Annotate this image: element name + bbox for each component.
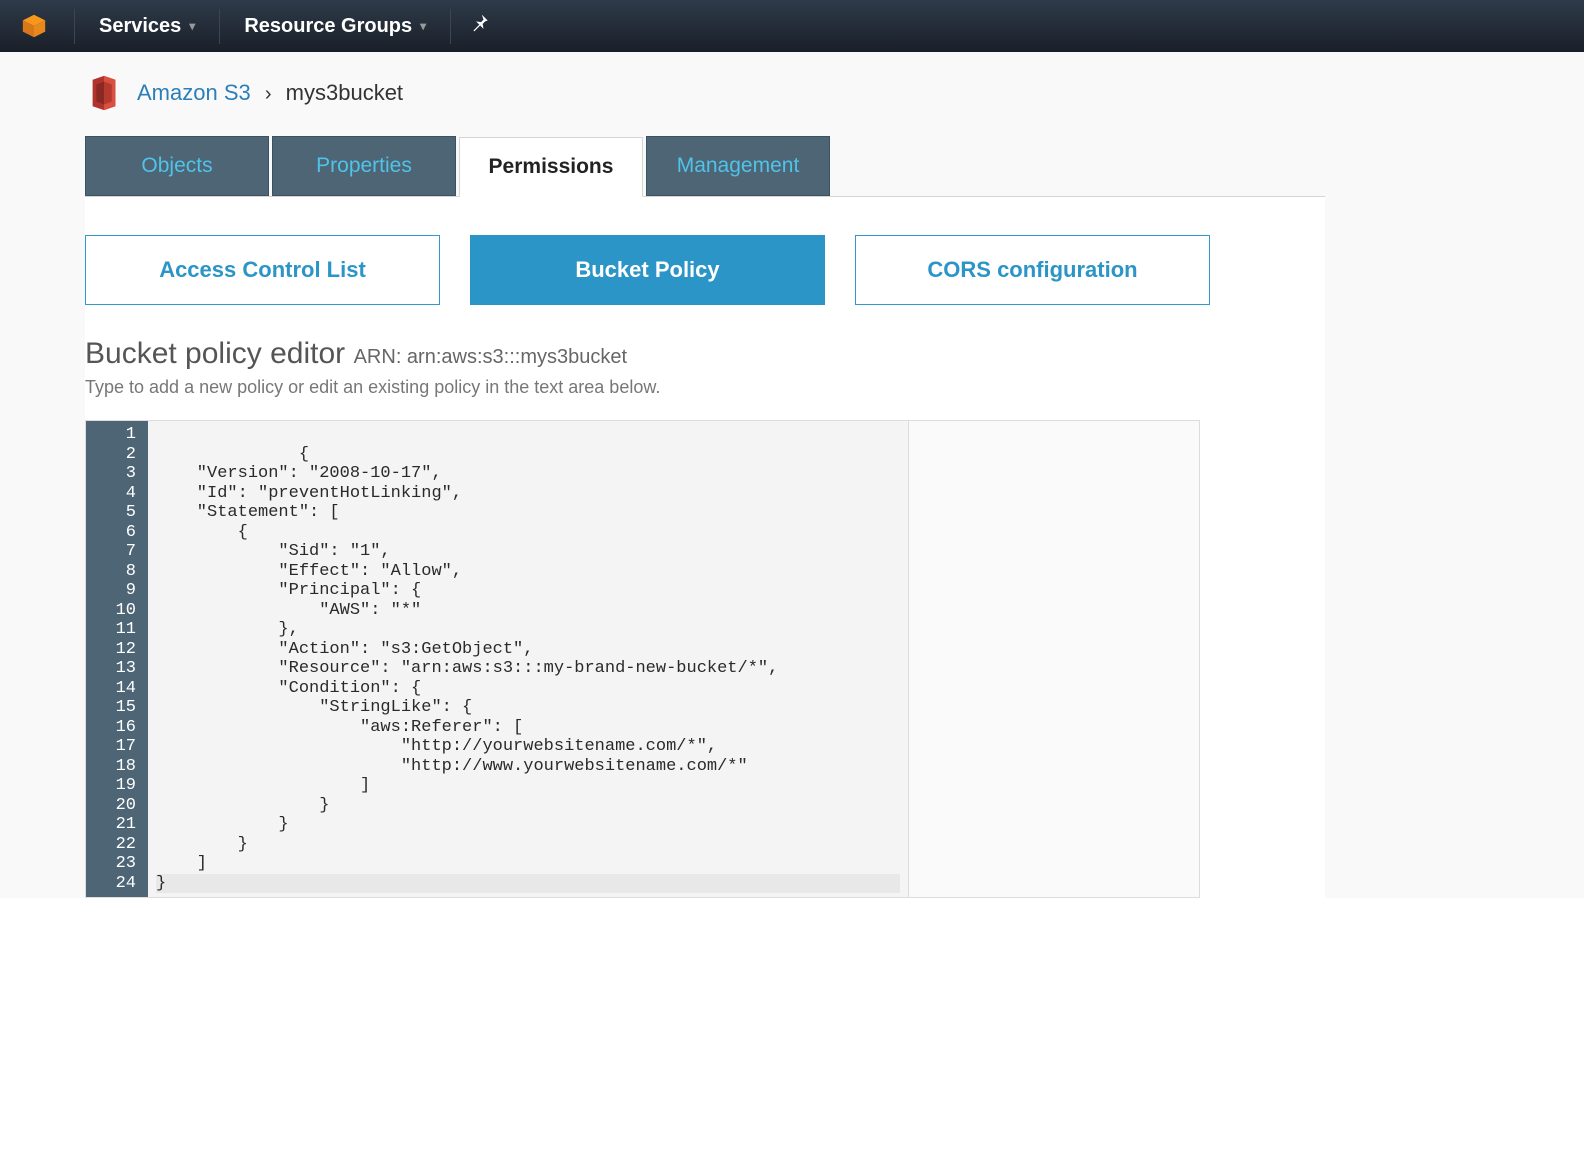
divider <box>450 9 451 44</box>
editor-gutter: 123456789101112131415161718192021222324 <box>86 421 148 897</box>
page-content: Amazon S3 › mys3bucket Objects Propertie… <box>0 52 1584 898</box>
policy-editor[interactable]: 123456789101112131415161718192021222324 … <box>85 420 1200 898</box>
services-menu[interactable]: Services ▾ <box>83 5 211 48</box>
main-tabs: Objects Properties Permissions Managemen… <box>85 136 1325 197</box>
subtab-acl[interactable]: Access Control List <box>85 235 440 305</box>
resource-groups-label: Resource Groups <box>244 15 412 38</box>
top-navbar: Services ▾ Resource Groups ▾ <box>0 0 1584 52</box>
tab-permissions[interactable]: Permissions <box>459 137 643 197</box>
permissions-subtabs: Access Control List Bucket Policy CORS c… <box>85 235 1325 305</box>
breadcrumb-current: mys3bucket <box>286 80 403 105</box>
breadcrumb: Amazon S3 › mys3bucket <box>137 80 403 106</box>
tab-properties[interactable]: Properties <box>272 136 456 196</box>
chevron-down-icon: ▾ <box>189 19 195 33</box>
breadcrumb-separator: › <box>265 83 272 105</box>
tab-objects[interactable]: Objects <box>85 136 269 196</box>
resource-groups-menu[interactable]: Resource Groups ▾ <box>228 5 442 48</box>
tab-management[interactable]: Management <box>646 136 830 196</box>
editor-subtitle: Type to add a new policy or edit an exis… <box>85 377 1325 398</box>
editor-arn: ARN: arn:aws:s3:::mys3bucket <box>354 346 627 368</box>
editor-code-area[interactable]: { "Version": "2008-10-17", "Id": "preven… <box>148 421 909 897</box>
subtab-cors[interactable]: CORS configuration <box>855 235 1210 305</box>
permissions-panel: Access Control List Bucket Policy CORS c… <box>85 197 1325 898</box>
aws-logo-icon[interactable] <box>20 12 48 40</box>
s3-service-icon <box>85 74 123 112</box>
divider <box>74 9 75 44</box>
subtab-bucket-policy[interactable]: Bucket Policy <box>470 235 825 305</box>
pin-icon[interactable] <box>459 3 503 49</box>
editor-title: Bucket policy editor <box>85 337 345 370</box>
editor-header: Bucket policy editor ARN: arn:aws:s3:::m… <box>85 337 1325 398</box>
breadcrumb-root-link[interactable]: Amazon S3 <box>137 80 251 105</box>
services-label: Services <box>99 15 181 38</box>
editor-right-pane <box>909 421 1199 897</box>
breadcrumb-row: Amazon S3 › mys3bucket <box>85 74 1325 112</box>
chevron-down-icon: ▾ <box>420 19 426 33</box>
divider <box>219 9 220 44</box>
